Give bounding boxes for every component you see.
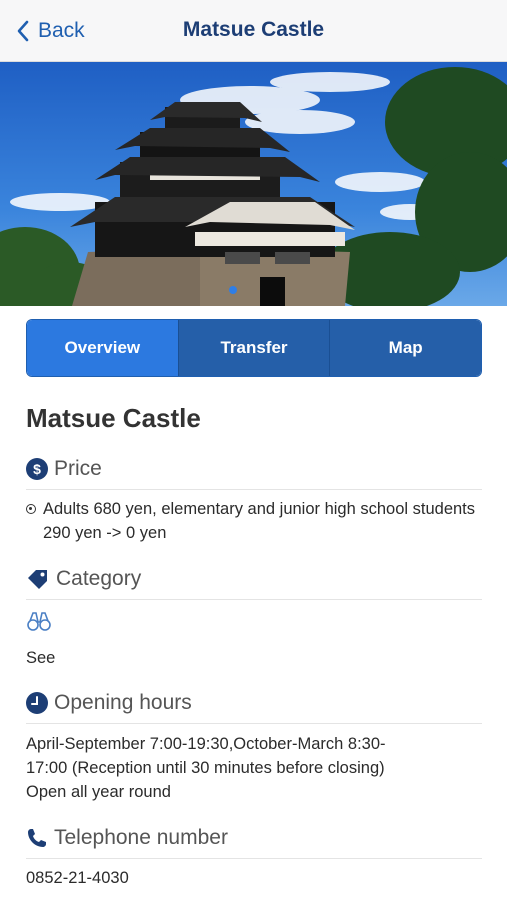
phone-icon xyxy=(26,827,48,849)
tab-transfer[interactable]: Transfer xyxy=(177,320,330,376)
dollar-icon: $ xyxy=(26,458,48,480)
navigation-bar: Back Matsue Castle xyxy=(0,0,507,62)
hours-line-2: 17:00 (Reception until 30 minutes before… xyxy=(26,759,385,777)
price-heading-label: Price xyxy=(54,457,102,480)
hours-heading: Opening hours xyxy=(26,691,482,724)
segmented-tabs: Overview Transfer Map xyxy=(26,319,482,377)
price-heading: $ Price xyxy=(26,457,482,490)
tag-icon xyxy=(26,568,50,590)
hours-text: April-September 7:00-19:30,October-March… xyxy=(26,732,482,804)
phone-value[interactable]: 0852-21-4030 xyxy=(26,866,482,890)
category-heading-label: Category xyxy=(56,567,142,590)
category-value: See xyxy=(26,649,56,667)
tab-map[interactable]: Map xyxy=(329,320,481,376)
price-text: Adults 680 yen, elementary and junior hi… xyxy=(26,497,482,545)
carousel-page-indicator xyxy=(229,286,237,294)
castle-photo xyxy=(0,62,507,306)
hero-image[interactable] xyxy=(0,62,507,306)
nav-title: Matsue Castle xyxy=(182,18,325,41)
radio-bullet-icon xyxy=(26,497,43,545)
category-content: See xyxy=(26,610,482,670)
phone-heading: Telephone number xyxy=(26,826,482,859)
category-heading: Category xyxy=(26,567,482,600)
price-value: Adults 680 yen, elementary and junior hi… xyxy=(43,500,476,542)
hours-line-3: Open all year round xyxy=(26,783,171,801)
binoculars-icon xyxy=(26,610,482,634)
clock-icon xyxy=(26,692,48,714)
tab-overview[interactable]: Overview xyxy=(27,320,178,376)
place-title: Matsue Castle xyxy=(26,403,201,433)
hours-heading-label: Opening hours xyxy=(54,691,192,714)
phone-heading-label: Telephone number xyxy=(54,826,228,849)
hours-line-1: April-September 7:00-19:30,October-March… xyxy=(26,735,386,753)
svg-text:$: $ xyxy=(33,461,41,477)
